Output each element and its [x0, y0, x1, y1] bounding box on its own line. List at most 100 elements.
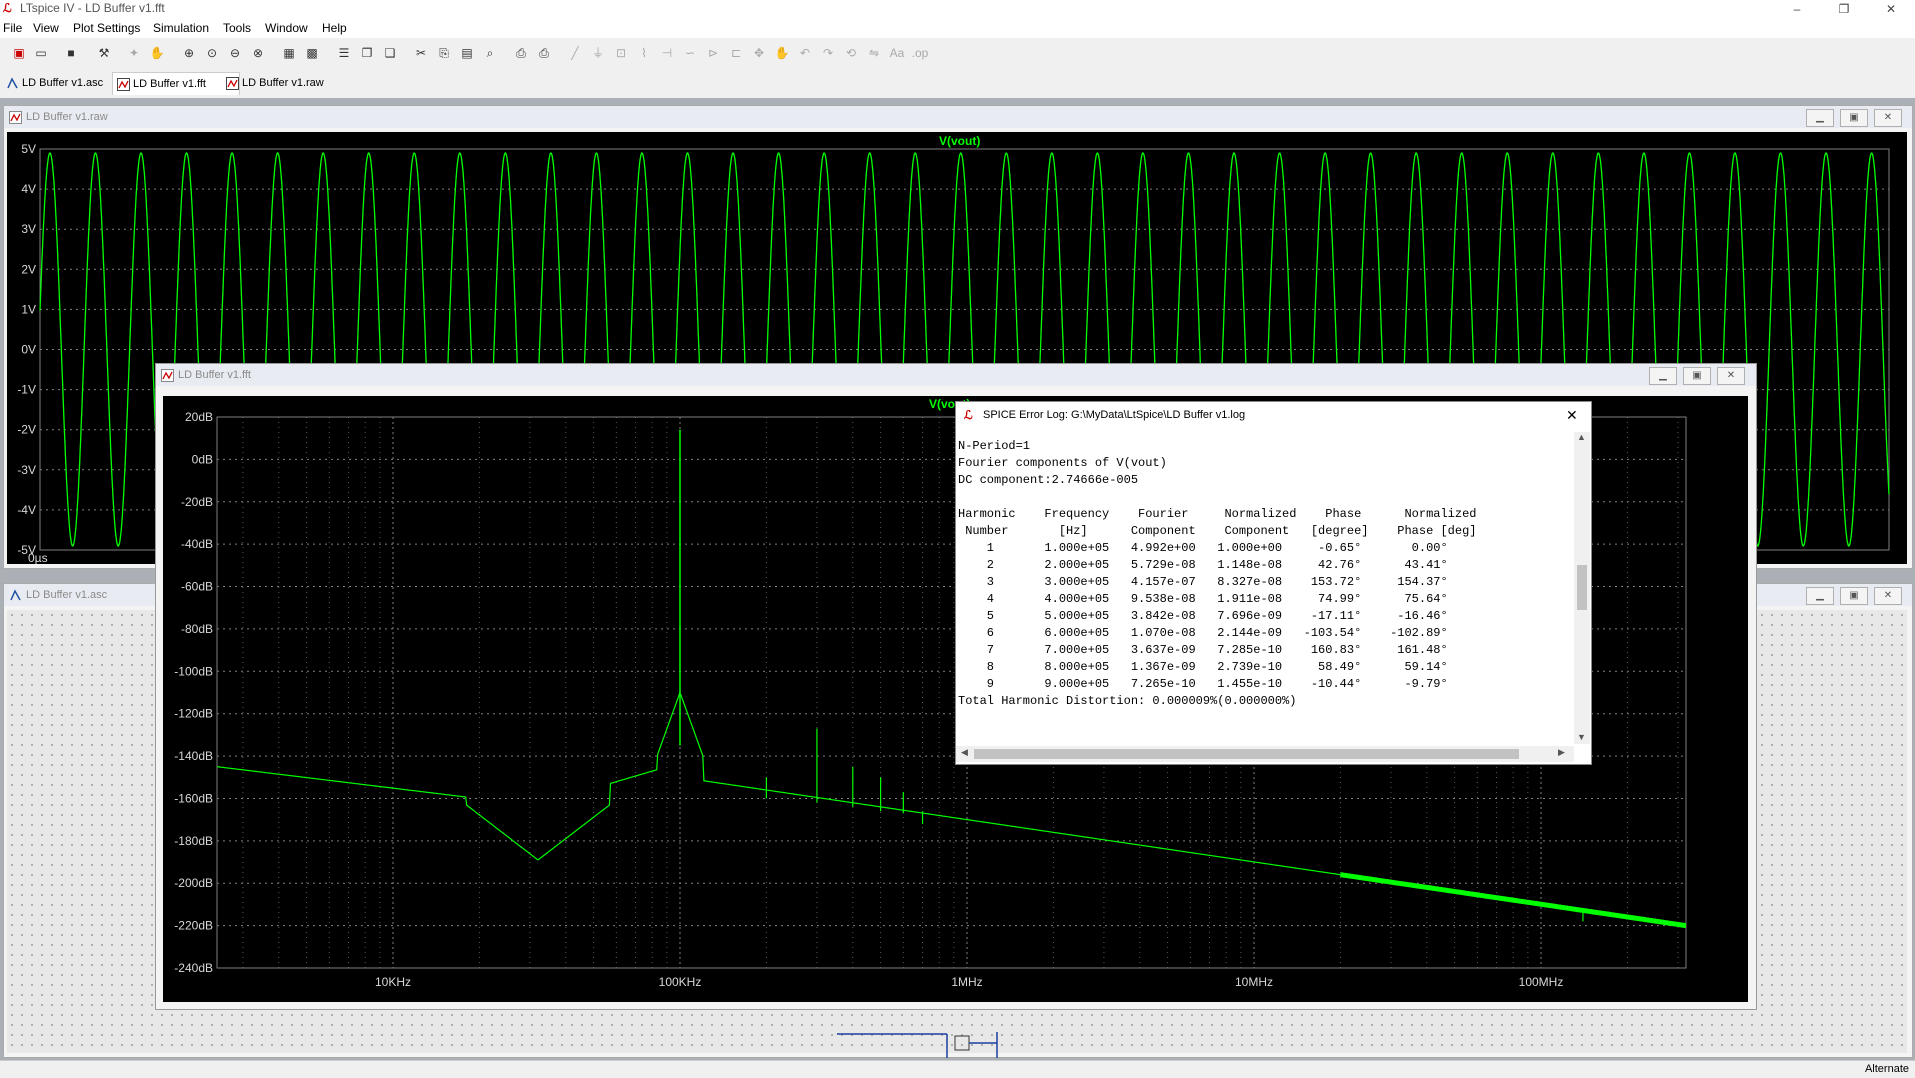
- menu-file[interactable]: File: [3, 21, 22, 35]
- fft-x-tick-label: 10MHz: [1235, 975, 1273, 989]
- fft-y-tick-label: -140dB: [174, 749, 213, 763]
- asc-close-button[interactable]: ✕: [1874, 587, 1902, 605]
- log-line: Harmonic Frequency Fourier Normalized Ph…: [958, 507, 1477, 521]
- tile-vertical-icon[interactable]: ❏: [381, 44, 399, 62]
- raw-y-tick-label: -3V: [17, 463, 36, 477]
- zoom-in-icon[interactable]: ⊕: [180, 44, 198, 62]
- wire-icon[interactable]: ╱: [566, 44, 584, 62]
- error-log-close-icon[interactable]: ✕: [1566, 402, 1578, 428]
- new-schematic-icon[interactable]: ▣: [10, 44, 28, 62]
- capacitor-icon[interactable]: ⊣: [658, 44, 676, 62]
- menu-view[interactable]: View: [33, 21, 59, 35]
- raw-minimize-button[interactable]: ▁: [1806, 109, 1834, 127]
- fft-y-tick-label: -240dB: [174, 961, 213, 975]
- menu-help[interactable]: Help: [322, 21, 347, 35]
- window-title: LTspice IV - LD Buffer v1.fft: [20, 1, 165, 15]
- scroll-down-icon[interactable]: ▼: [1577, 732, 1586, 742]
- halt-icon[interactable]: ✋: [148, 44, 166, 62]
- component-icon[interactable]: ⊏: [727, 44, 745, 62]
- raw-window-titlebar[interactable]: LD Buffer v1.raw ▁ ▣ ✕: [4, 106, 1912, 128]
- raw-close-button[interactable]: ✕: [1874, 109, 1902, 127]
- zoom-pan-icon[interactable]: ⊙: [203, 44, 221, 62]
- zoom-out-icon[interactable]: ⊖: [226, 44, 244, 62]
- save-icon[interactable]: ■: [62, 44, 80, 62]
- paste-icon[interactable]: ▤: [458, 44, 476, 62]
- schematic-icon: [9, 588, 22, 610]
- vscroll-thumb[interactable]: [1577, 565, 1587, 610]
- print-preview-icon[interactable]: ⎙: [512, 44, 530, 62]
- fft-x-tick-label: 100KHz: [659, 975, 702, 989]
- autorange-icon[interactable]: ▦: [280, 44, 298, 62]
- error-log-hscrollbar[interactable]: ◀ ▶: [956, 746, 1574, 762]
- rotate-icon[interactable]: ⟲: [842, 44, 860, 62]
- schematic-circuit-fragment[interactable]: [837, 1030, 1017, 1060]
- fft-y-tick-label: -20dB: [181, 495, 213, 509]
- schematic-icon: [6, 76, 19, 89]
- scroll-right-icon[interactable]: ▶: [1558, 747, 1565, 758]
- raw-y-tick-label: 5V: [21, 142, 36, 156]
- ground-icon[interactable]: ⏚: [589, 44, 607, 62]
- diode-icon[interactable]: ⊳: [704, 44, 722, 62]
- log-line: Number [Hz] Component Component [degree]…: [958, 524, 1477, 538]
- error-log-text[interactable]: N-Period=1 Fourier components of V(vout) D…: [958, 432, 1570, 750]
- copy-icon[interactable]: ⎘: [435, 44, 453, 62]
- fft-y-tick-label: -180dB: [174, 834, 213, 848]
- menu-simulation[interactable]: Simulation: [153, 21, 209, 35]
- undo-icon[interactable]: ↶: [796, 44, 814, 62]
- asc-minimize-button[interactable]: ▁: [1806, 587, 1834, 605]
- menu-tools[interactable]: Tools: [223, 21, 251, 35]
- run-icon[interactable]: ✦: [125, 44, 143, 62]
- log-line: 8 8.000e+05 1.367e-09 2.739e-10 58.49° 5…: [958, 660, 1448, 674]
- tab-ld-buffer-fft[interactable]: LD Buffer v1.fft: [112, 72, 240, 95]
- minimize-button[interactable]: –: [1775, 0, 1819, 18]
- fft-y-tick-label: -200dB: [174, 876, 213, 890]
- drag-icon[interactable]: ✋: [773, 44, 791, 62]
- resistor-icon[interactable]: ⌇: [635, 44, 653, 62]
- error-log-vscrollbar[interactable]: ▲ ▼: [1574, 432, 1590, 744]
- waveform-icon: [226, 76, 239, 90]
- fft-maximize-button[interactable]: ▣: [1683, 367, 1711, 385]
- spice-error-log-dialog[interactable]: ℒ SPICE Error Log: G:\MyData\LtSpice\LD …: [955, 401, 1592, 765]
- log-line: 2 2.000e+05 5.729e-08 1.148e-08 42.76° 4…: [958, 558, 1448, 572]
- fft-x-tick-label: 1MHz: [951, 975, 982, 989]
- redo-icon[interactable]: ↷: [819, 44, 837, 62]
- text-icon[interactable]: Aa: [888, 44, 906, 62]
- inductor-icon[interactable]: ∽: [681, 44, 699, 62]
- asc-maximize-button[interactable]: ▣: [1840, 587, 1868, 605]
- error-log-titlebar[interactable]: ℒ SPICE Error Log: G:\MyData\LtSpice\LD …: [956, 402, 1591, 428]
- tab-ld-buffer-asc[interactable]: LD Buffer v1.asc: [2, 72, 130, 94]
- raw-y-tick-label: 2V: [21, 262, 36, 276]
- grid-icon[interactable]: ▩: [303, 44, 321, 62]
- ltspice-logo-icon: ℒ: [964, 408, 973, 422]
- toolbar: ▣ ▭ ■ ⚒ ✦ ✋ ⊕ ⊙ ⊖ ⊗ ▦ ▩ ☰ ❐ ❏ ✂ ⎘ ▤ ⌕ ⎙ …: [0, 38, 1915, 68]
- close-button[interactable]: ✕: [1869, 0, 1913, 18]
- cascade-icon[interactable]: ❐: [358, 44, 376, 62]
- control-panel-icon[interactable]: ⚒: [95, 44, 113, 62]
- mirror-icon[interactable]: ⇋: [865, 44, 883, 62]
- print-icon[interactable]: ⎙: [535, 44, 553, 62]
- zoom-fit-icon[interactable]: ⊗: [249, 44, 267, 62]
- open-folder-icon[interactable]: ▭: [32, 44, 50, 62]
- label-net-icon[interactable]: ⊡: [612, 44, 630, 62]
- raw-y-tick-label: 1V: [21, 302, 36, 316]
- menu-plot-settings[interactable]: Plot Settings: [73, 21, 140, 35]
- fft-window-titlebar[interactable]: LD Buffer v1.fft ▁ ▣ ✕: [156, 364, 1756, 386]
- cut-icon[interactable]: ✂: [412, 44, 430, 62]
- menu-bar: File View Plot Settings Simulation Tools…: [0, 18, 1915, 38]
- spice-directive-icon[interactable]: .op: [911, 44, 929, 62]
- hscroll-thumb[interactable]: [974, 749, 1519, 759]
- scroll-left-icon[interactable]: ◀: [961, 747, 968, 758]
- restore-button[interactable]: ❐: [1822, 0, 1866, 18]
- menu-window[interactable]: Window: [265, 21, 308, 35]
- tab-ld-buffer-raw[interactable]: LD Buffer v1.raw: [222, 72, 350, 94]
- fft-close-button[interactable]: ✕: [1717, 367, 1745, 385]
- raw-y-tick-label: -4V: [17, 503, 36, 517]
- tile-horizontal-icon[interactable]: ☰: [335, 44, 353, 62]
- raw-maximize-button[interactable]: ▣: [1840, 109, 1868, 127]
- find-icon[interactable]: ⌕: [481, 44, 499, 62]
- raw-x-tick-label: 0µs: [28, 551, 48, 564]
- scroll-up-icon[interactable]: ▲: [1577, 432, 1586, 442]
- fft-minimize-button[interactable]: ▁: [1649, 367, 1677, 385]
- waveform-icon: [9, 110, 22, 132]
- move-icon[interactable]: ✥: [750, 44, 768, 62]
